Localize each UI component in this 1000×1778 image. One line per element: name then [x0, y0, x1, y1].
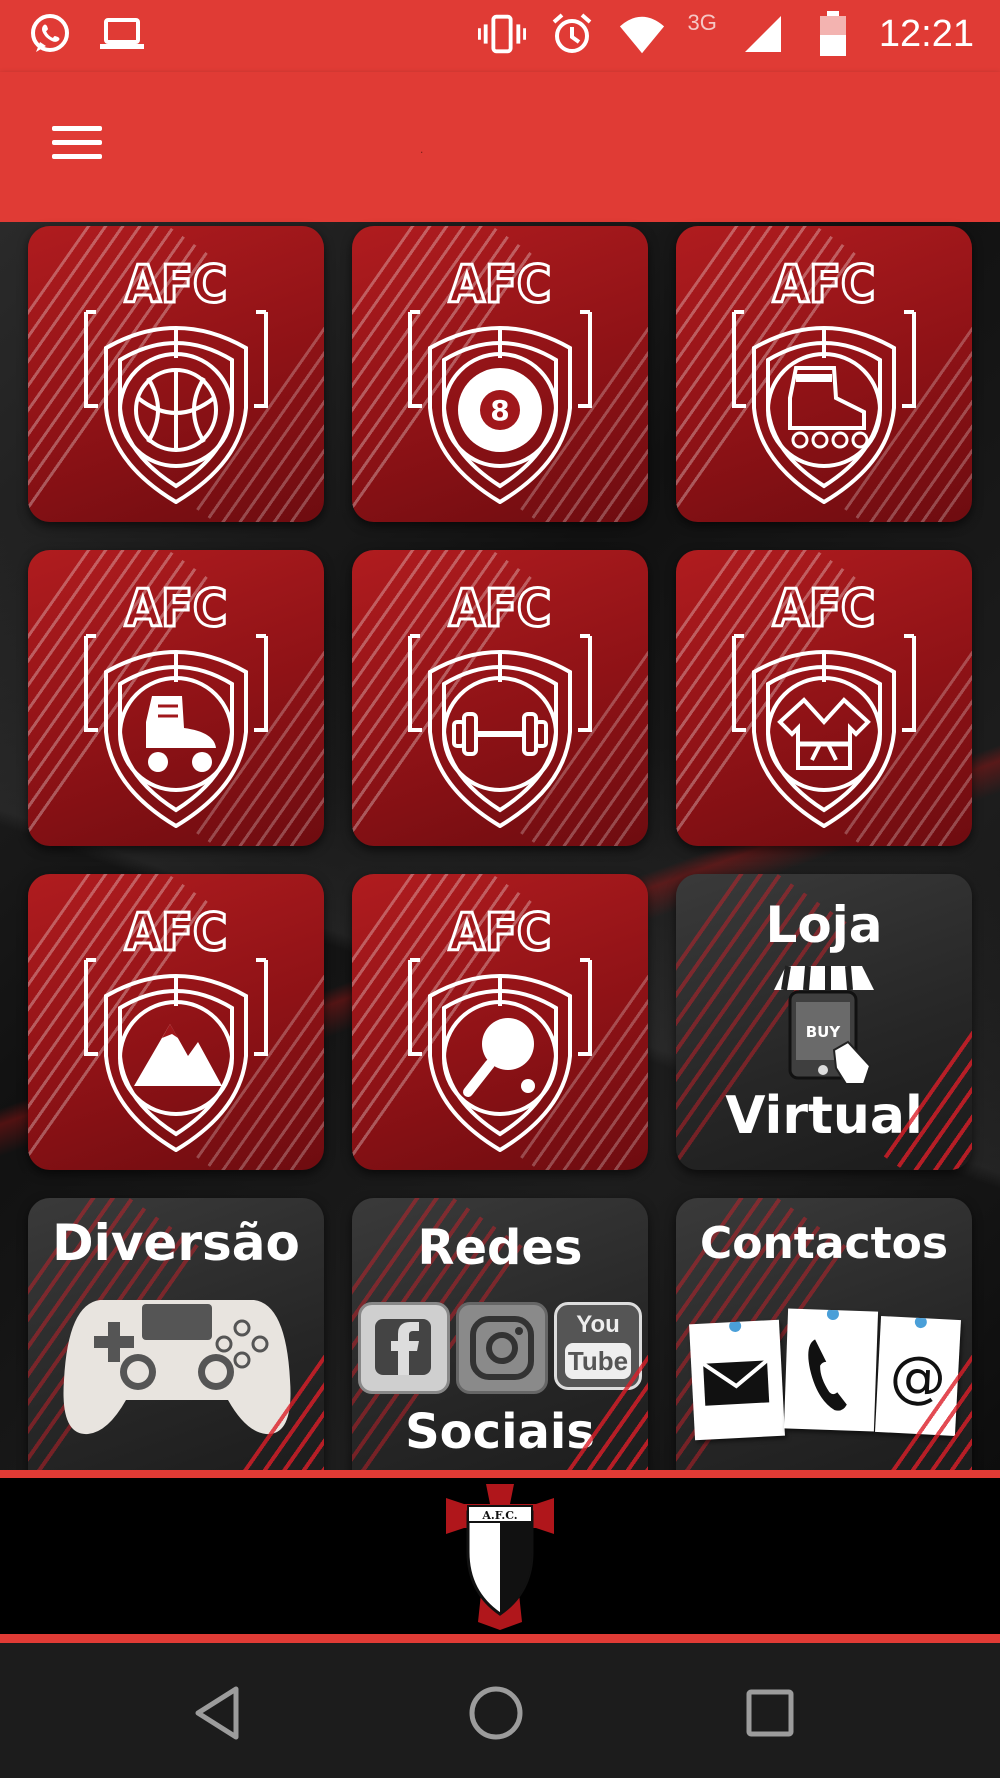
recents-icon [746, 1689, 794, 1737]
tile-inline-skating[interactable] [676, 226, 972, 522]
diversao-title: Diversão [52, 1214, 300, 1272]
status-bar: 3G 12:21 [0, 0, 1000, 72]
menu-icon-line [52, 140, 102, 145]
tile-basketball[interactable] [28, 226, 324, 522]
home-icon [469, 1686, 523, 1740]
loja-subtitle: Virtual [725, 1086, 923, 1146]
redes-subtitle: Sociais [405, 1404, 595, 1460]
at-icon[interactable]: @ [875, 1315, 961, 1437]
youtube-icon[interactable]: You Tube [554, 1302, 642, 1390]
mail-icon[interactable] [689, 1319, 785, 1441]
whatsapp-icon [26, 10, 74, 58]
loja-title: Loja [765, 896, 883, 954]
gamepad-icon [63, 1300, 291, 1435]
phone-icon[interactable] [783, 1308, 879, 1432]
clock-time: 12:21 [878, 12, 974, 55]
app-bar: . [0, 72, 1000, 222]
home-button[interactable] [456, 1673, 536, 1753]
back-button[interactable] [180, 1673, 260, 1753]
signal-icon [739, 10, 787, 58]
buy-label: BUY [806, 1023, 842, 1041]
battery-icon [809, 10, 857, 58]
youtube-tube-text: Tube [565, 1343, 631, 1379]
facebook-icon[interactable] [358, 1302, 450, 1394]
club-logo-text: A.F.C. [481, 1509, 517, 1522]
youtube-you-text: You [576, 1311, 620, 1338]
ping-pong-icon [408, 901, 592, 1152]
app-title: . [420, 142, 424, 156]
tile-billiards[interactable]: 8 [352, 226, 648, 522]
back-icon [195, 1686, 239, 1740]
footer-stripe-top [0, 1470, 1000, 1478]
kimono-icon [732, 577, 916, 828]
tile-contactos[interactable]: Contactos @ [676, 1198, 972, 1494]
roller-skate-icon [84, 577, 268, 828]
redes-title: Redes [417, 1220, 583, 1276]
recents-button[interactable] [730, 1673, 810, 1753]
svg-text:@: @ [888, 1344, 947, 1412]
instagram-icon[interactable] [456, 1302, 548, 1394]
shop-icon: BUY [774, 965, 874, 1085]
contactos-title: Contactos [699, 1218, 949, 1269]
wifi-icon [618, 10, 666, 58]
tile-martial-arts[interactable] [676, 550, 972, 846]
footer-stripe-bottom [0, 1634, 1000, 1643]
mountain-icon [84, 901, 268, 1152]
club-logo[interactable]: A.F.C. [446, 1484, 554, 1630]
billiard-8-ball-icon: 8 [408, 253, 592, 504]
tile-mountaineering[interactable] [28, 874, 324, 1170]
tile-gym[interactable] [352, 550, 648, 846]
menu-icon [52, 126, 102, 131]
menu-icon-line [52, 154, 102, 159]
menu-button[interactable] [40, 114, 112, 174]
laptop-icon [98, 10, 146, 58]
svg-text:8: 8 [490, 394, 509, 427]
tile-roller-skating[interactable] [28, 550, 324, 846]
tile-loja-virtual[interactable]: Loja BUY Virtual [676, 874, 972, 1170]
network-type-label: 3G [687, 10, 717, 35]
tile-table-tennis[interactable] [352, 874, 648, 1170]
vibrate-icon [477, 10, 526, 58]
basketball-icon [84, 253, 268, 504]
alarm-icon [548, 10, 596, 58]
tile-diversao[interactable]: Diversão [28, 1198, 324, 1494]
dumbbell-icon [408, 577, 592, 828]
tile-redes-sociais[interactable]: Redes You Tube Sociais [352, 1198, 648, 1494]
system-nav-bar [0, 1643, 1000, 1778]
inline-skate-icon [732, 253, 916, 504]
